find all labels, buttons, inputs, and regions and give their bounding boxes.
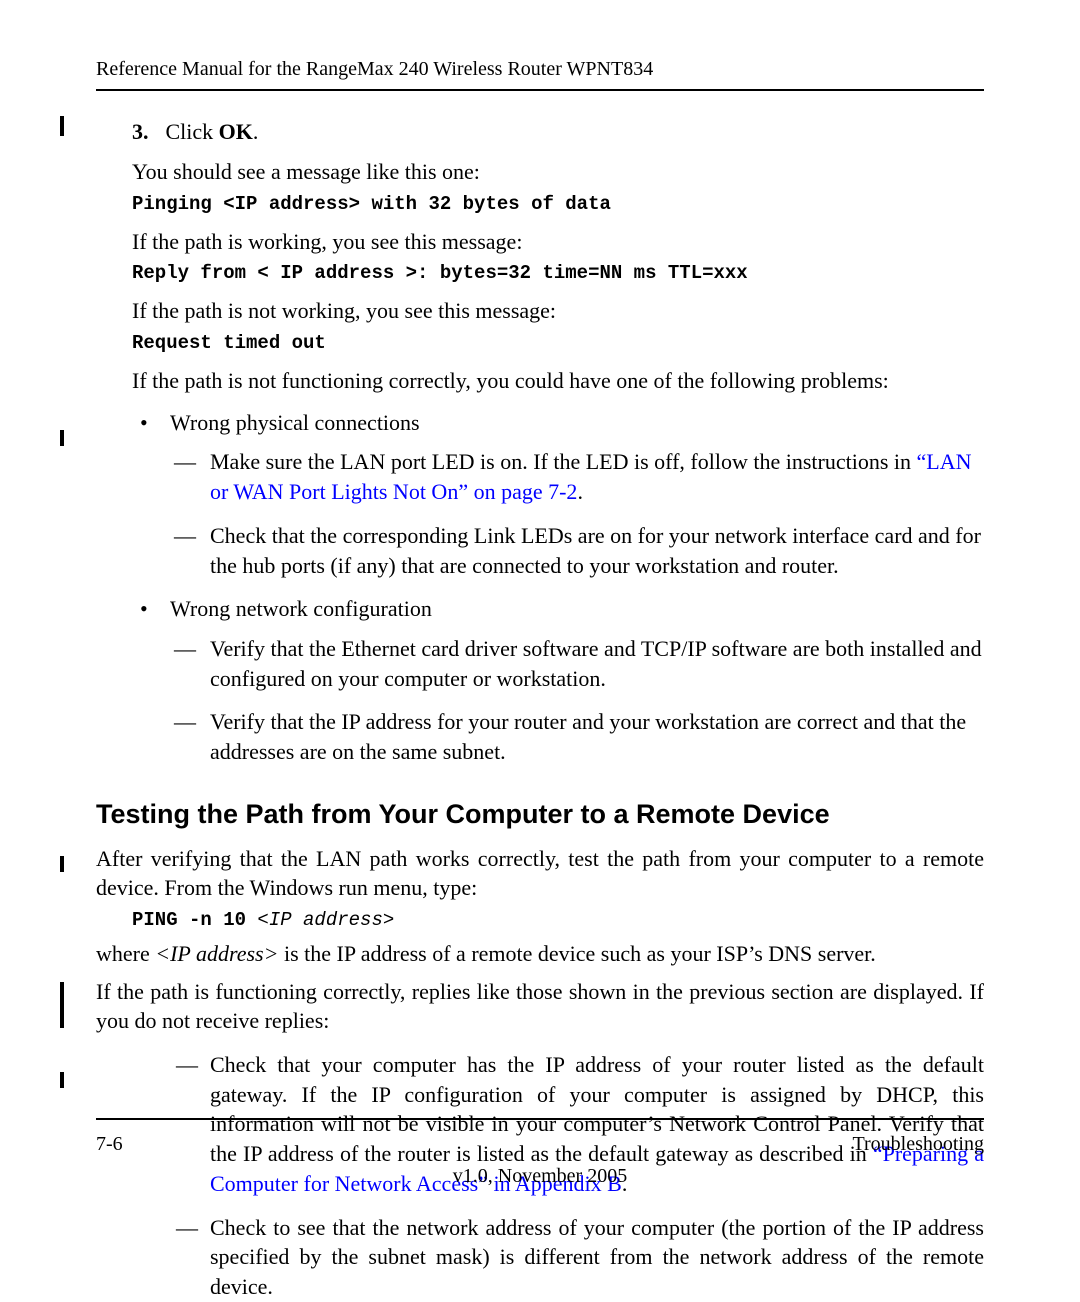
phys-item-2: Check that the corresponding Link LEDs a…: [170, 521, 984, 580]
running-head: Reference Manual for the RangeMax 240 Wi…: [96, 58, 984, 81]
p2-ital: <IP address>: [155, 941, 278, 966]
step-text-bold: OK: [219, 119, 253, 144]
section-heading: Testing the Path from Your Computer to a…: [96, 799, 984, 830]
s2-p3: If the path is functioning correctly, re…: [96, 977, 984, 1036]
bullet-wrong-net: Wrong network configuration Verify that …: [132, 594, 984, 766]
phys-sublist: Make sure the LAN port LED is on. If the…: [170, 447, 984, 580]
see-message: You should see a message like this one:: [132, 157, 984, 187]
notworking-msg: If the path is not working, you see this…: [132, 296, 984, 326]
remote-check-2: Check to see that the network address of…: [132, 1213, 984, 1302]
change-bar: [60, 982, 64, 1028]
s2-p1: After verifying that the LAN path works …: [96, 844, 984, 903]
change-bar: [60, 430, 64, 446]
net-item-1: Verify that the Ethernet card driver sof…: [170, 634, 984, 693]
top-rule: [96, 89, 984, 91]
s2-p2: where <IP address> is the IP address of …: [96, 939, 984, 969]
footer-version: v1.0, November 2005: [0, 1165, 1080, 1188]
bullet-label: Wrong physical connections: [170, 410, 420, 435]
change-bar: [60, 1072, 64, 1088]
text-suffix: .: [577, 479, 583, 504]
section-title: Troubleshooting: [852, 1133, 984, 1156]
reply-output: Reply from < IP address >: bytes=32 time…: [132, 262, 984, 284]
change-bar: [60, 116, 64, 136]
ping-command: PING -n 10 <IP address>: [132, 909, 984, 931]
page: Reference Manual for the RangeMax 240 Wi…: [0, 0, 1080, 1296]
p2-suffix: is the IP address of a remote device suc…: [278, 941, 875, 966]
net-item-2: Verify that the IP address for your rout…: [170, 707, 984, 766]
change-bar: [60, 856, 64, 872]
step-3: 3. Click OK.: [132, 119, 984, 145]
cmd-arg: <IP address>: [257, 909, 394, 931]
text: Make sure the LAN port LED is on. If the…: [210, 449, 917, 474]
step-number: 3.: [132, 119, 160, 145]
phys-item-1: Make sure the LAN port LED is on. If the…: [170, 447, 984, 506]
problem-list: Wrong physical connections Make sure the…: [132, 408, 984, 767]
bullet-label: Wrong network configuration: [170, 596, 432, 621]
step-text-suffix: .: [253, 119, 259, 144]
notfunc-msg: If the path is not functioning correctly…: [132, 366, 984, 396]
step-text-prefix: Click: [166, 119, 219, 144]
net-sublist: Verify that the Ethernet card driver sof…: [170, 634, 984, 767]
ping-output: Pinging <IP address> with 32 bytes of da…: [132, 193, 984, 215]
bottom-rule: [96, 1118, 984, 1120]
timeout-output: Request timed out: [132, 332, 984, 354]
p2-prefix: where: [96, 941, 155, 966]
page-number: 7-6: [96, 1133, 123, 1156]
footer-row: 7-6 Troubleshooting: [96, 1133, 984, 1156]
working-msg: If the path is working, you see this mes…: [132, 227, 984, 257]
bullet-wrong-phys: Wrong physical connections Make sure the…: [132, 408, 984, 580]
cmd-bold: PING -n 10: [132, 909, 257, 931]
